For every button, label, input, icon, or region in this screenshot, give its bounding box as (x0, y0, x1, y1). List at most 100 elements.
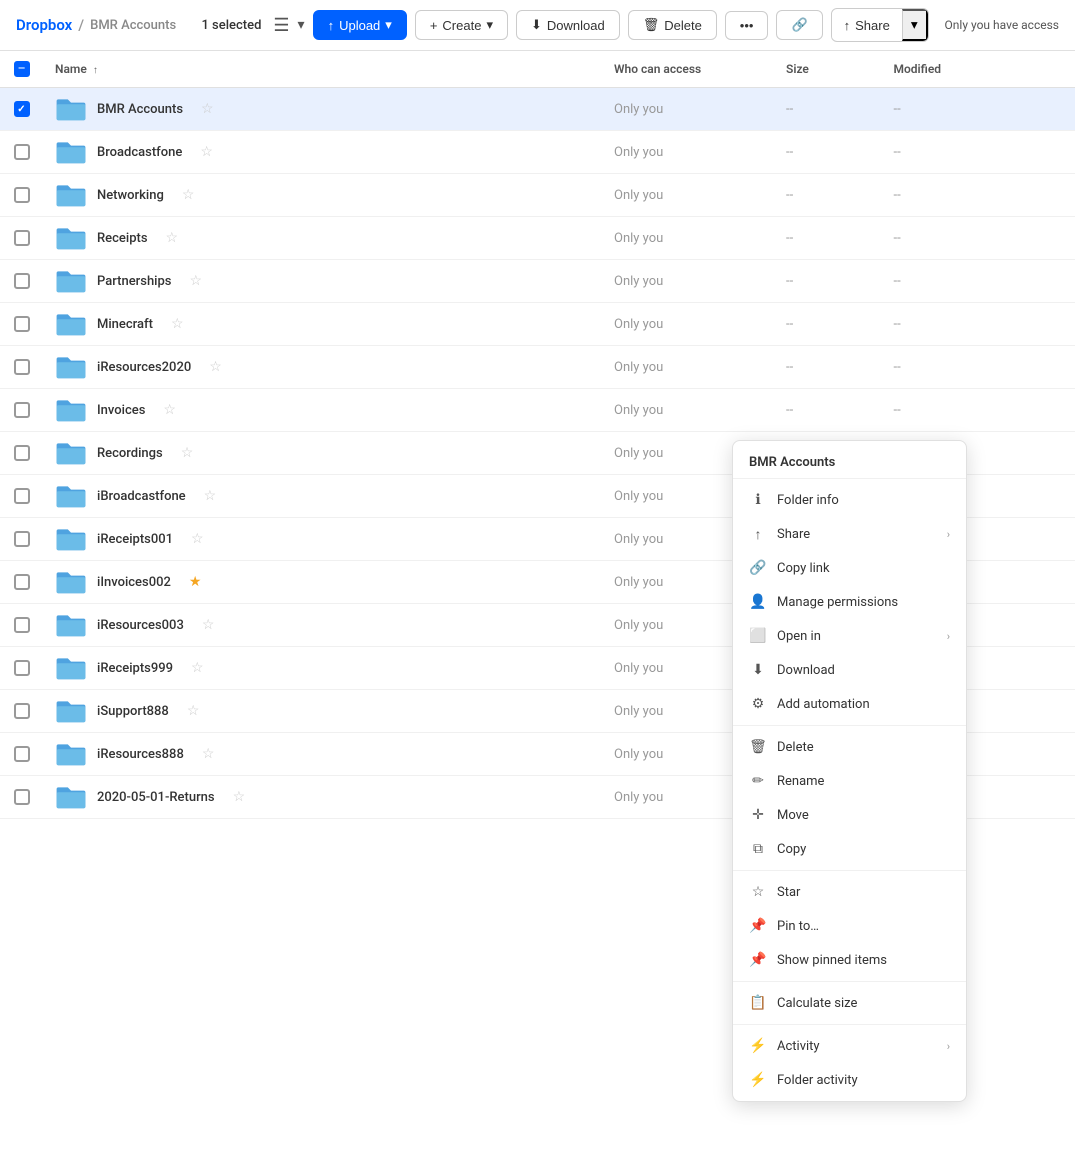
table-row[interactable]: Invoices ☆ Only you -- -- (0, 389, 1075, 432)
upload-button[interactable]: ↑ Upload ▾ (313, 10, 407, 40)
table-row[interactable]: Minecraft ☆ Only you -- -- (0, 303, 1075, 346)
menu-item-activity[interactable]: ⚡ Activity › (733, 1029, 966, 1063)
star-icon[interactable]: ☆ (187, 703, 200, 719)
row-checkbox[interactable] (14, 187, 30, 203)
file-name-text[interactable]: Minecraft (97, 317, 153, 332)
modified-column-header[interactable]: Modified (882, 51, 1075, 88)
row-checkbox-cell[interactable] (0, 217, 43, 260)
access-column-header[interactable]: Who can access (602, 51, 774, 88)
row-checkbox[interactable] (14, 230, 30, 246)
star-icon[interactable]: ☆ (204, 488, 217, 504)
row-checkbox-cell[interactable] (0, 88, 43, 131)
table-row[interactable]: Networking ☆ Only you -- -- (0, 174, 1075, 217)
star-icon[interactable]: ☆ (201, 101, 214, 117)
table-row[interactable]: Partnerships ☆ Only you -- -- (0, 260, 1075, 303)
menu-item-download[interactable]: ⬇ Download (733, 653, 966, 687)
file-name-text[interactable]: iResources003 (97, 618, 184, 633)
row-checkbox[interactable] (14, 101, 30, 117)
create-button[interactable]: + Create ▾ (415, 10, 508, 40)
row-checkbox-cell[interactable] (0, 303, 43, 346)
select-all-checkbox[interactable] (14, 61, 30, 77)
menu-item-copy[interactable]: ⧉ Copy (733, 832, 966, 866)
link-button[interactable]: 🔗 (776, 10, 822, 40)
select-all-header[interactable] (0, 51, 43, 88)
star-icon[interactable]: ☆ (171, 316, 184, 332)
file-name-text[interactable]: iResources2020 (97, 360, 191, 375)
row-checkbox[interactable] (14, 144, 30, 160)
file-name-text[interactable]: Broadcastfone (97, 145, 182, 160)
file-name-text[interactable]: Networking (97, 188, 164, 203)
table-row[interactable]: BMR Accounts ☆ Only you -- -- (0, 88, 1075, 131)
star-icon[interactable]: ☆ (202, 617, 215, 633)
menu-item-move[interactable]: ✛ Move (733, 798, 966, 832)
menu-item-pin-to[interactable]: 📌 Pin to… (733, 909, 966, 943)
view-toggle-icon[interactable]: ☰ (273, 15, 289, 36)
file-name-text[interactable]: Invoices (97, 403, 145, 418)
menu-item-calculate-size[interactable]: 📋 Calculate size (733, 986, 966, 1020)
row-checkbox[interactable] (14, 359, 30, 375)
table-row[interactable]: iResources2020 ☆ Only you -- -- (0, 346, 1075, 389)
share-dropdown-button[interactable]: ▾ (902, 9, 928, 41)
file-name-text[interactable]: iReceipts999 (97, 661, 173, 676)
menu-item-manage-permissions[interactable]: 👤 Manage permissions (733, 585, 966, 619)
row-checkbox-cell[interactable] (0, 174, 43, 217)
star-icon[interactable]: ☆ (190, 273, 203, 289)
menu-item-show-pinned[interactable]: 📌 Show pinned items (733, 943, 966, 977)
table-row[interactable]: Broadcastfone ☆ Only you -- -- (0, 131, 1075, 174)
file-name-text[interactable]: iResources888 (97, 747, 184, 762)
menu-item-delete[interactable]: 🗑 Delete (733, 730, 966, 764)
size-column-header[interactable]: Size (774, 51, 882, 88)
share-button[interactable]: ↑ Share (832, 12, 902, 39)
star-icon[interactable]: ☆ (202, 746, 215, 762)
menu-item-star[interactable]: ☆ Star (733, 875, 966, 909)
file-name-text[interactable]: iReceipts001 (97, 532, 173, 547)
star-icon[interactable]: ☆ (200, 144, 213, 160)
row-checkbox[interactable] (14, 789, 30, 805)
row-checkbox[interactable] (14, 402, 30, 418)
more-button[interactable]: ••• (725, 11, 769, 40)
star-icon[interactable]: ☆ (191, 531, 204, 547)
row-checkbox-cell[interactable] (0, 733, 43, 776)
menu-item-folder-activity[interactable]: ⚡ Folder activity (733, 1063, 966, 1097)
row-checkbox-cell[interactable] (0, 475, 43, 518)
row-checkbox-cell[interactable] (0, 389, 43, 432)
star-icon[interactable]: ☆ (191, 660, 204, 676)
file-name-text[interactable]: Recordings (97, 446, 163, 461)
file-name-text[interactable]: BMR Accounts (97, 102, 183, 117)
menu-item-copy-link[interactable]: 🔗 Copy link (733, 551, 966, 585)
row-checkbox[interactable] (14, 617, 30, 633)
row-checkbox-cell[interactable] (0, 690, 43, 733)
menu-item-add-automation[interactable]: ⚙ Add automation (733, 687, 966, 721)
row-checkbox-cell[interactable] (0, 346, 43, 389)
chevron-down-icon[interactable]: ▾ (298, 17, 305, 33)
row-checkbox-cell[interactable] (0, 604, 43, 647)
star-icon[interactable]: ☆ (163, 402, 176, 418)
app-name[interactable]: Dropbox (16, 16, 72, 34)
star-icon[interactable]: ☆ (209, 359, 222, 375)
star-icon[interactable]: ☆ (182, 187, 195, 203)
star-icon[interactable]: ★ (189, 574, 202, 590)
star-icon[interactable]: ☆ (166, 230, 179, 246)
row-checkbox[interactable] (14, 488, 30, 504)
star-icon[interactable]: ☆ (233, 789, 246, 805)
name-column-header[interactable]: Name ↑ (43, 51, 602, 88)
row-checkbox-cell[interactable] (0, 518, 43, 561)
row-checkbox-cell[interactable] (0, 561, 43, 604)
row-checkbox[interactable] (14, 531, 30, 547)
download-button[interactable]: ⬇ Download (516, 10, 620, 40)
file-name-text[interactable]: Receipts (97, 231, 148, 246)
row-checkbox[interactable] (14, 660, 30, 676)
delete-button[interactable]: 🗑 Delete (628, 10, 717, 40)
menu-item-folder-info[interactable]: ℹ Folder info (733, 483, 966, 517)
menu-item-open-in[interactable]: ⬜ Open in › (733, 619, 966, 653)
row-checkbox[interactable] (14, 746, 30, 762)
menu-item-share[interactable]: ↑ Share › (733, 517, 966, 551)
file-name-text[interactable]: iBroadcastfone (97, 489, 186, 504)
row-checkbox[interactable] (14, 574, 30, 590)
row-checkbox[interactable] (14, 316, 30, 332)
table-row[interactable]: Receipts ☆ Only you -- -- (0, 217, 1075, 260)
star-icon[interactable]: ☆ (181, 445, 194, 461)
row-checkbox-cell[interactable] (0, 432, 43, 475)
row-checkbox-cell[interactable] (0, 647, 43, 690)
file-name-text[interactable]: iInvoices002 (97, 575, 171, 590)
